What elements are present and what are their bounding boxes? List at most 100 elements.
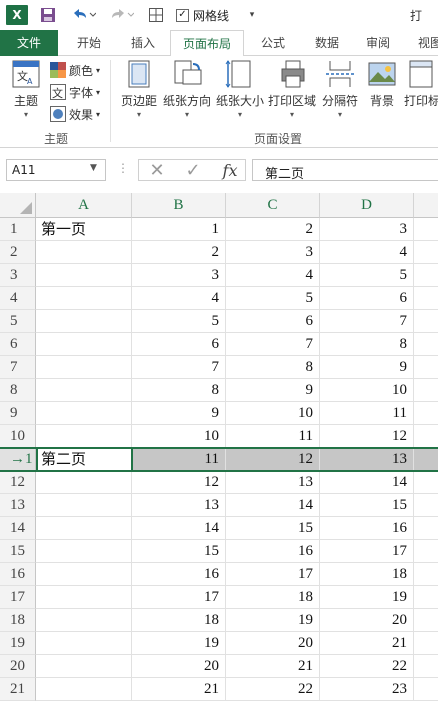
row-header[interactable]: 20 (0, 655, 36, 678)
cell-b15[interactable]: 15 (132, 540, 226, 563)
cell-b10[interactable]: 10 (132, 425, 226, 448)
fonts-button[interactable]: 文 字体 ▾ (50, 82, 100, 102)
cell-d5[interactable]: 7 (320, 310, 414, 333)
cell-a16[interactable] (36, 563, 132, 586)
cell-a21[interactable] (36, 678, 132, 701)
row-header[interactable]: 4 (0, 287, 36, 310)
chevron-down-icon[interactable]: ▼ (90, 163, 97, 173)
cell-b5[interactable]: 5 (132, 310, 226, 333)
cell-c11[interactable]: 12 (226, 448, 320, 471)
cell-c9[interactable]: 10 (226, 402, 320, 425)
cell-d18[interactable]: 20 (320, 609, 414, 632)
cell-e21[interactable] (414, 678, 438, 701)
cell-b1[interactable]: 1 (132, 218, 226, 241)
row-header[interactable]: 14 (0, 517, 36, 540)
cell-a7[interactable] (36, 356, 132, 379)
gridlines-checkbox[interactable]: ✓ 网格线 (176, 4, 256, 26)
cell-c21[interactable]: 22 (226, 678, 320, 701)
cell-e13[interactable] (414, 494, 438, 517)
cell-c20[interactable]: 21 (226, 655, 320, 678)
cell-c19[interactable]: 20 (226, 632, 320, 655)
cell-d21[interactable]: 23 (320, 678, 414, 701)
cell-b16[interactable]: 16 (132, 563, 226, 586)
cell-d9[interactable]: 11 (320, 402, 414, 425)
table-grid-button[interactable] (146, 4, 166, 26)
enter-check-icon[interactable]: ✓ (181, 160, 205, 182)
cell-a8[interactable] (36, 379, 132, 402)
tab-formulas[interactable]: 公式 (248, 30, 298, 56)
cell-a9[interactable] (36, 402, 132, 425)
cell-e19[interactable] (414, 632, 438, 655)
cell-d14[interactable]: 16 (320, 517, 414, 540)
size-button[interactable]: 纸张大小 ▾ (214, 58, 266, 119)
orientation-button[interactable]: 纸张方向 ▾ (161, 58, 213, 119)
tab-review[interactable]: 审阅 (356, 30, 400, 56)
cell-c12[interactable]: 13 (226, 471, 320, 494)
margins-button[interactable]: 页边距 ▾ (118, 58, 160, 119)
cell-d4[interactable]: 6 (320, 287, 414, 310)
cell-e2[interactable] (414, 241, 438, 264)
tab-file[interactable]: 文件 (0, 30, 58, 56)
cell-b14[interactable]: 14 (132, 517, 226, 540)
row-header[interactable]: 18 (0, 609, 36, 632)
cell-b2[interactable]: 2 (132, 241, 226, 264)
cell-d20[interactable]: 22 (320, 655, 414, 678)
cancel-icon[interactable]: ✕ (145, 160, 169, 182)
cell-e11[interactable] (414, 448, 438, 471)
cell-b3[interactable]: 3 (132, 264, 226, 287)
cell-d7[interactable]: 9 (320, 356, 414, 379)
select-all-button[interactable] (0, 193, 36, 218)
column-header-c[interactable]: C (226, 193, 320, 218)
cell-a11[interactable]: 第二页 (36, 448, 132, 471)
cell-b17[interactable]: 17 (132, 586, 226, 609)
cell-d3[interactable]: 5 (320, 264, 414, 287)
cell-d6[interactable]: 8 (320, 333, 414, 356)
cell-a14[interactable] (36, 517, 132, 540)
cell-b18[interactable]: 18 (132, 609, 226, 632)
cell-c2[interactable]: 3 (226, 241, 320, 264)
column-header-a[interactable]: A (36, 193, 132, 218)
cell-c17[interactable]: 18 (226, 586, 320, 609)
cell-b11[interactable]: 11 (132, 448, 226, 471)
row-header[interactable]: →1 (0, 448, 36, 471)
background-button[interactable]: 背景 (364, 58, 400, 109)
cell-d11[interactable]: 13 (320, 448, 414, 471)
cell-a15[interactable] (36, 540, 132, 563)
cell-d19[interactable]: 21 (320, 632, 414, 655)
themes-button[interactable]: 文A 主题 ▾ (6, 58, 46, 119)
cell-c5[interactable]: 6 (226, 310, 320, 333)
redo-button[interactable] (106, 4, 136, 26)
cell-b4[interactable]: 4 (132, 287, 226, 310)
cell-a3[interactable] (36, 264, 132, 287)
print-titles-button[interactable]: 打印标 (404, 58, 438, 109)
customize-qat-button[interactable]: ▾ (245, 4, 259, 26)
cell-a5[interactable] (36, 310, 132, 333)
cell-a18[interactable] (36, 609, 132, 632)
cell-d1[interactable]: 3 (320, 218, 414, 241)
row-header[interactable]: 21 (0, 678, 36, 701)
insert-function-button[interactable]: fx (217, 160, 243, 182)
cell-c1[interactable]: 2 (226, 218, 320, 241)
cell-e8[interactable] (414, 379, 438, 402)
cell-b9[interactable]: 9 (132, 402, 226, 425)
tab-view[interactable]: 视图 (410, 30, 438, 56)
formula-input[interactable]: 第二页 (252, 159, 438, 182)
cell-c16[interactable]: 17 (226, 563, 320, 586)
breaks-button[interactable]: 分隔符 ▾ (320, 58, 360, 119)
row-header[interactable]: 19 (0, 632, 36, 655)
cell-c15[interactable]: 16 (226, 540, 320, 563)
cell-a17[interactable] (36, 586, 132, 609)
cell-e20[interactable] (414, 655, 438, 678)
cell-a10[interactable] (36, 425, 132, 448)
tab-page-layout[interactable]: 页面布局 (170, 30, 244, 57)
cell-e4[interactable] (414, 287, 438, 310)
cell-d2[interactable]: 4 (320, 241, 414, 264)
cell-e14[interactable] (414, 517, 438, 540)
row-header[interactable]: 17 (0, 586, 36, 609)
cell-a13[interactable] (36, 494, 132, 517)
row-header[interactable]: 8 (0, 379, 36, 402)
row-header[interactable]: 9 (0, 402, 36, 425)
cell-e17[interactable] (414, 586, 438, 609)
row-header[interactable]: 5 (0, 310, 36, 333)
cell-a2[interactable] (36, 241, 132, 264)
